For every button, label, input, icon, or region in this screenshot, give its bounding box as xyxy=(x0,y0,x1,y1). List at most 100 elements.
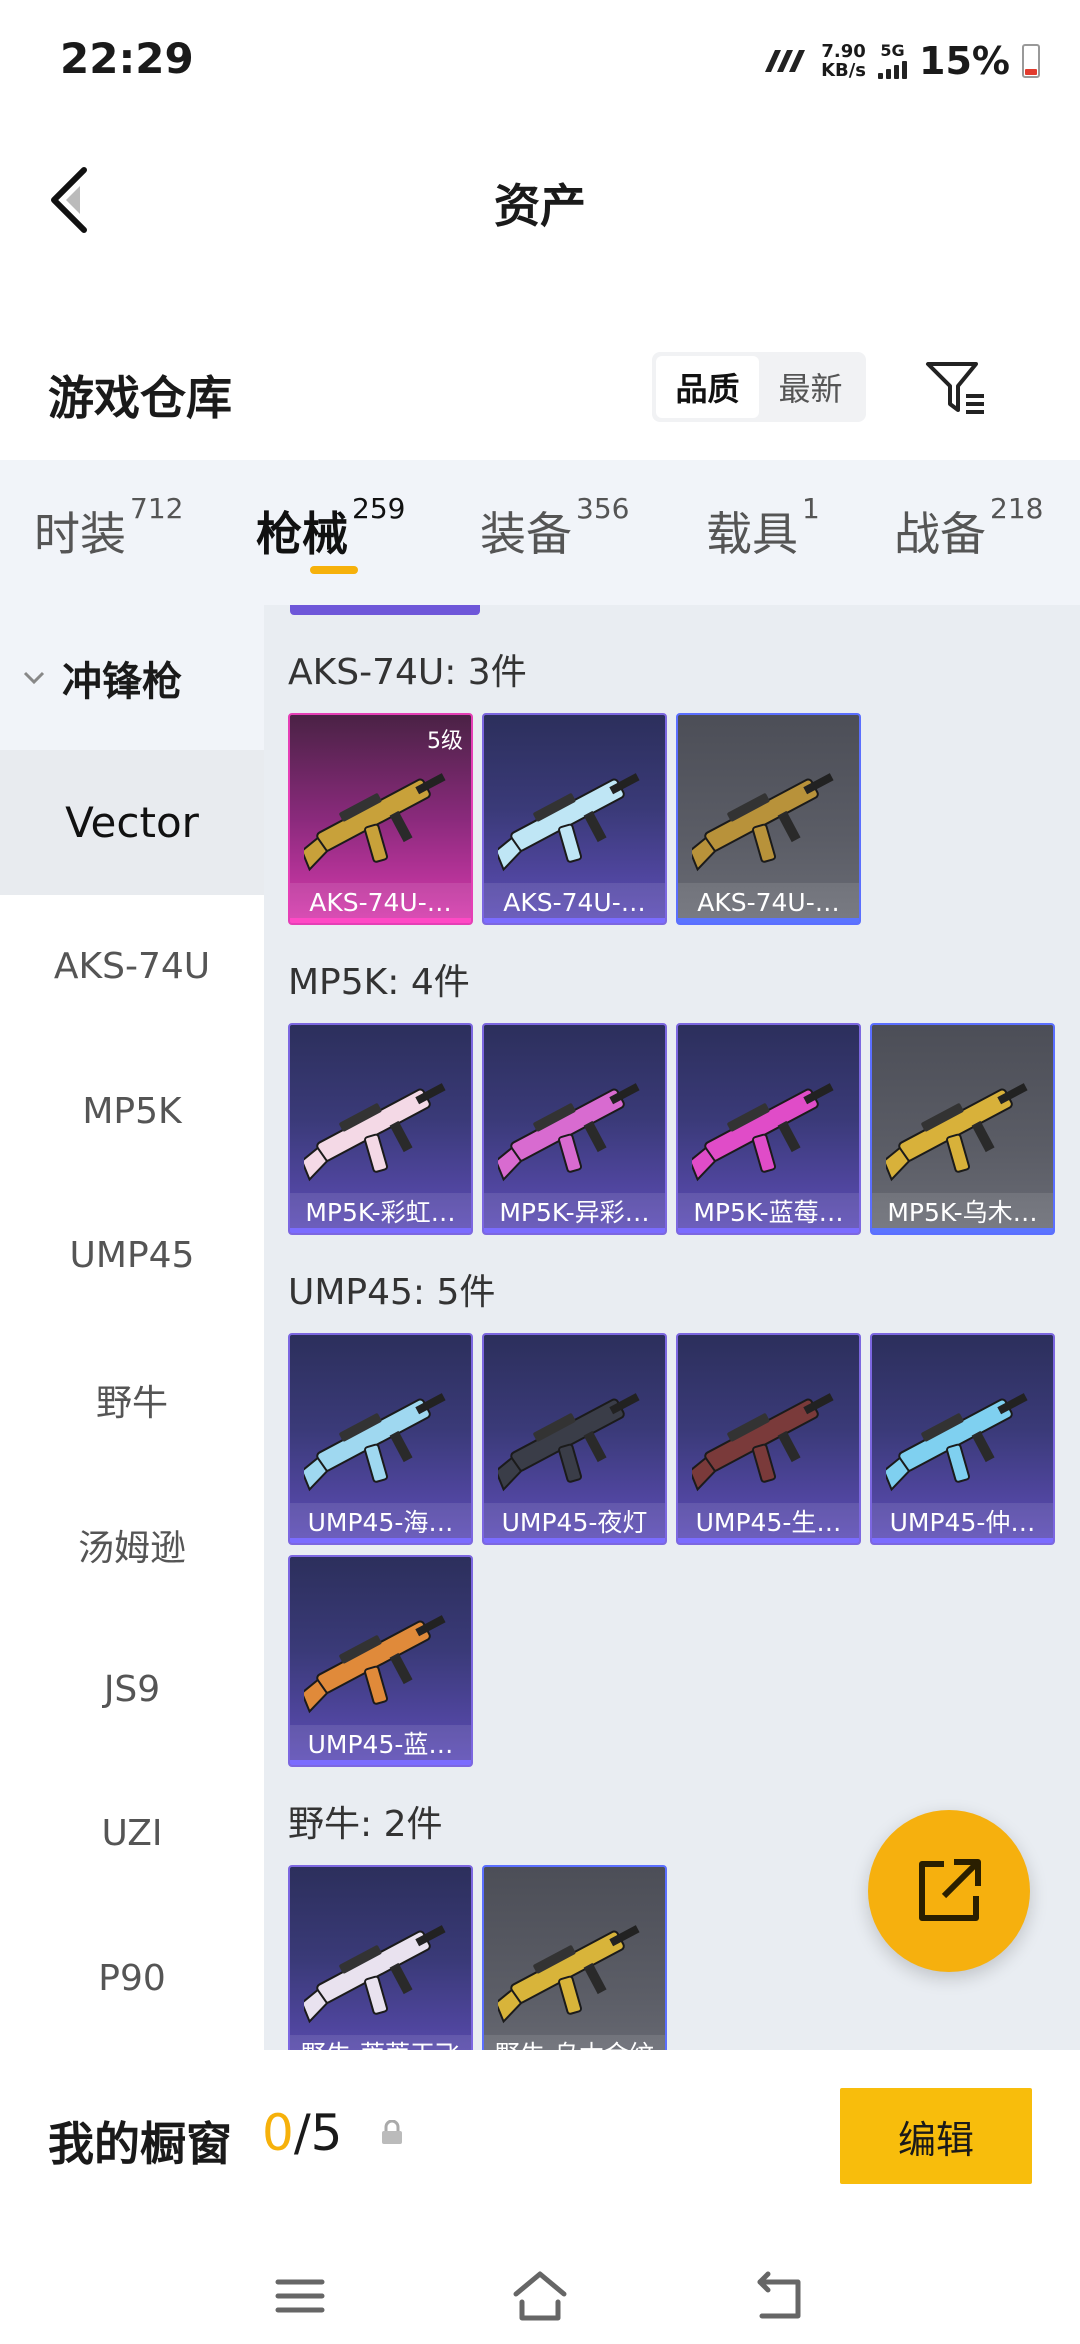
category-tabs: 时装 712 枪械 259 装备 356 载具 1 战备 218 xyxy=(0,460,1080,605)
tab-label: 战备 xyxy=(894,507,986,561)
chevron-down-icon xyxy=(23,671,45,684)
sidebar-category-smg[interactable]: 冲锋枪 xyxy=(0,605,264,750)
weapon-card[interactable]: MP5K-异彩… xyxy=(482,1023,667,1235)
share-fab[interactable] xyxy=(868,1810,1030,1972)
sidebar-item-mp5k[interactable]: MP5K xyxy=(0,1039,264,1184)
menu-icon[interactable] xyxy=(270,2266,330,2326)
weapon-image xyxy=(304,1925,446,2024)
weapon-name: MP5K-蓝莓… xyxy=(678,1193,859,1233)
lock-icon xyxy=(382,2120,402,2144)
weapon-image xyxy=(498,773,640,872)
weapon-card[interactable]: UMP45-蓝… xyxy=(288,1555,473,1767)
status-icons: 7.90 KB/s 5G 15% xyxy=(763,36,1040,86)
warehouse-row: 游戏仓库 品质 最新 xyxy=(0,340,1080,440)
weapon-name: AKS-74U-… xyxy=(678,883,859,923)
weapon-name: MP5K-彩虹… xyxy=(290,1193,471,1233)
sidebar-item-vector[interactable]: Vector xyxy=(0,750,264,895)
weapon-card[interactable]: UMP45-夜灯 xyxy=(482,1333,667,1545)
tab-label: 枪械 xyxy=(256,507,348,561)
weapon-name: MP5K-乌木… xyxy=(872,1193,1053,1233)
sidebar-item-js9[interactable]: JS9 xyxy=(0,1617,264,1762)
tab-label: 载具 xyxy=(706,507,798,561)
showcase-panel: 我的橱窗 0/5 编辑 xyxy=(0,2050,1080,2344)
weapon-card[interactable]: UMP45-生… xyxy=(676,1333,861,1545)
net-speed-value: 7.90 xyxy=(821,41,866,62)
tab-fashion[interactable]: 时装 712 xyxy=(34,492,183,564)
sidebar-item-ump45[interactable]: UMP45 xyxy=(0,1184,264,1329)
battery-icon xyxy=(1022,44,1040,78)
weapon-card[interactable]: MP5K-蓝莓… xyxy=(676,1023,861,1235)
tab-supplies[interactable]: 战备 218 xyxy=(894,492,1043,564)
status-bar: 22:29 7.90 KB/s 5G 15% xyxy=(0,0,1080,120)
sort-quality-button[interactable]: 品质 xyxy=(656,356,759,418)
system-nav-bar xyxy=(0,2246,1080,2344)
weapon-image xyxy=(304,1393,446,1492)
tab-indicator xyxy=(310,566,358,574)
cellular: 5G xyxy=(878,41,908,79)
filter-button[interactable] xyxy=(922,358,988,418)
net-speed: 7.90 KB/s xyxy=(821,42,866,80)
weapon-card[interactable]: AKS-74U-… xyxy=(676,713,861,925)
sort-newest-button[interactable]: 最新 xyxy=(759,356,862,418)
share-icon xyxy=(919,1859,981,1921)
weapon-name: UMP45-仲… xyxy=(872,1503,1053,1543)
tab-count: 356 xyxy=(576,492,630,525)
network-type: 5G xyxy=(880,41,905,60)
tab-count: 218 xyxy=(990,492,1044,525)
weapon-name: 野牛-乌木金纹 xyxy=(484,2035,665,2050)
weapon-card[interactable]: UMP45-海… xyxy=(288,1333,473,1545)
tab-count: 1 xyxy=(802,492,820,525)
edit-button[interactable]: 编辑 xyxy=(840,2088,1032,2184)
section-title-bizon: 野牛: 2件 xyxy=(288,1804,443,1845)
sidebar-item-bizon[interactable]: 野牛 xyxy=(0,1328,264,1473)
weapon-image xyxy=(692,1393,834,1492)
net-speed-unit: KB/s xyxy=(821,60,867,81)
weapon-name: UMP45-夜灯 xyxy=(484,1503,665,1543)
sidebar-item-thompson[interactable]: 汤姆逊 xyxy=(0,1473,264,1618)
weapon-image xyxy=(304,773,446,872)
header: 资产 xyxy=(0,140,1080,260)
tab-count: 259 xyxy=(352,492,406,525)
section-title-mp5k: MP5K: 4件 xyxy=(288,962,470,1003)
weapon-image xyxy=(304,1615,446,1714)
weapon-name: 野牛-蒂蒂干飞 xyxy=(290,2035,471,2050)
tab-label: 时装 xyxy=(34,507,126,561)
tab-vehicles[interactable]: 载具 1 xyxy=(706,492,820,564)
weapon-card[interactable]: AKS-74U-… xyxy=(482,713,667,925)
weapon-image xyxy=(692,773,834,872)
level-badge: 5级 xyxy=(427,729,463,754)
tab-equipment[interactable]: 装备 356 xyxy=(480,492,629,564)
sidebar-item-p90[interactable]: P90 xyxy=(0,1906,264,2050)
showcase-label: 我的橱窗 xyxy=(48,2117,232,2171)
battery-percent: 15% xyxy=(919,39,1010,83)
sidebar-item-aks74u[interactable]: AKS-74U xyxy=(0,895,264,1040)
weapon-card[interactable]: 野牛-蒂蒂干飞 xyxy=(288,1865,473,2050)
sidebar-item-uzi[interactable]: UZI xyxy=(0,1762,264,1907)
weapon-name: AKS-74U-… xyxy=(484,883,665,923)
warehouse-title: 游戏仓库 xyxy=(48,371,232,425)
weapon-image xyxy=(692,1083,834,1182)
back-nav-icon[interactable] xyxy=(750,2266,810,2326)
weapon-card[interactable]: UMP45-仲… xyxy=(870,1333,1055,1545)
home-icon[interactable] xyxy=(510,2266,570,2326)
weapon-image xyxy=(498,1393,640,1492)
weapon-card[interactable]: 5级 AKS-74U-… xyxy=(288,713,473,925)
carrier-logo-icon xyxy=(765,50,806,72)
weapon-name: MP5K-异彩… xyxy=(484,1193,665,1233)
tab-guns[interactable]: 枪械 259 xyxy=(256,492,405,564)
weapon-sidebar: 冲锋枪 Vector AKS-74U MP5K UMP45 野牛 汤姆逊 JS9… xyxy=(0,605,264,2050)
showcase-total: /5 xyxy=(293,2104,343,2162)
sort-toggle: 品质 最新 xyxy=(652,352,866,422)
weapon-name: UMP45-海… xyxy=(290,1503,471,1543)
showcase-current: 0 xyxy=(262,2104,294,2162)
weapon-card[interactable]: 野牛-乌木金纹 xyxy=(482,1865,667,2050)
weapon-card[interactable]: MP5K-彩虹… xyxy=(288,1023,473,1235)
weapon-image xyxy=(886,1393,1028,1492)
status-time: 22:29 xyxy=(60,34,194,83)
weapon-card[interactable]: MP5K-乌木… xyxy=(870,1023,1055,1235)
weapon-image xyxy=(304,1083,446,1182)
section-title-ump45: UMP45: 5件 xyxy=(288,1272,496,1313)
page-title: 资产 xyxy=(494,179,586,233)
weapon-image xyxy=(498,1925,640,2024)
weapon-name: UMP45-生… xyxy=(678,1503,859,1543)
